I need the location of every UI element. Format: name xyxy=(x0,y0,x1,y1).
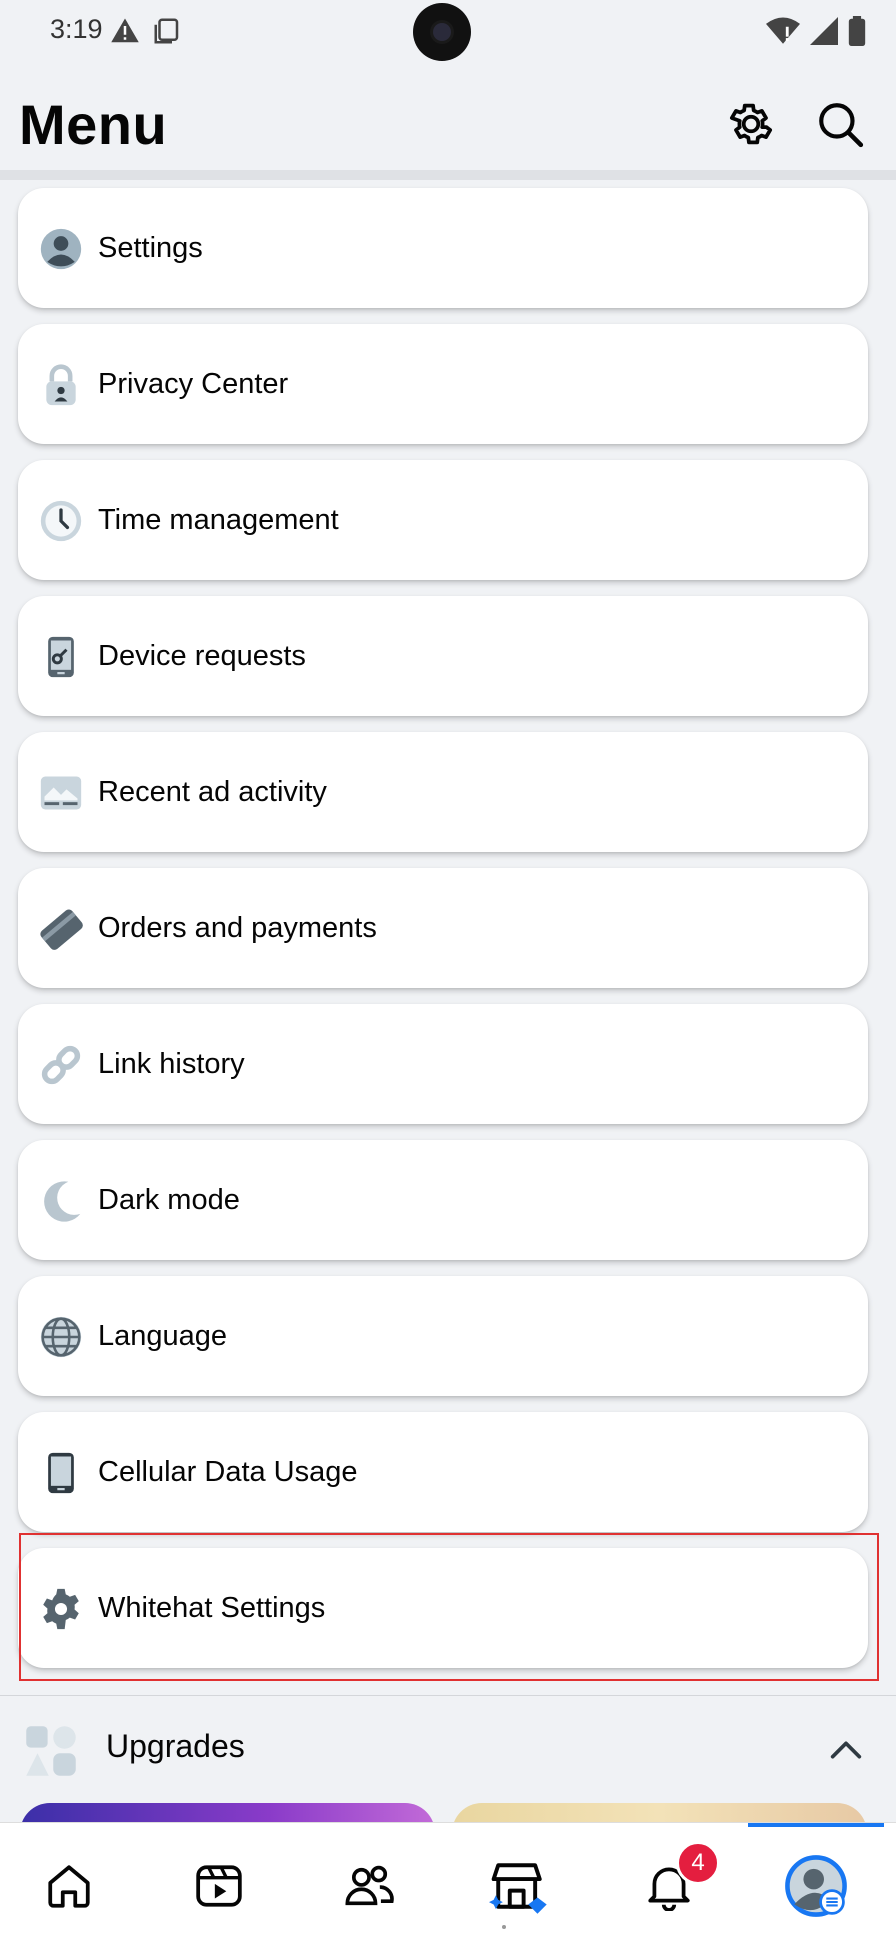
warning-icon xyxy=(110,16,140,51)
upgrades-title: Upgrades xyxy=(106,1728,245,1764)
status-right-icons xyxy=(766,16,866,51)
signal-icon xyxy=(810,16,838,51)
friends-icon xyxy=(343,1860,395,1917)
menu-item-settings[interactable]: Settings xyxy=(18,188,868,308)
menu-item-label: Recent ad activity xyxy=(98,775,327,808)
menu-item-orders-and-payments[interactable]: Orders and payments xyxy=(18,868,868,988)
menu-item-label: Privacy Center xyxy=(98,367,289,400)
menu-item-dark-mode[interactable]: Dark mode xyxy=(18,1140,868,1260)
front-camera xyxy=(413,3,471,61)
home-icon xyxy=(44,1861,94,1916)
nav-friends[interactable] xyxy=(334,1853,404,1923)
menu-item-device-requests[interactable]: Device requests xyxy=(18,596,868,716)
marketplace-icon xyxy=(489,1856,549,1921)
menu-item-label: Dark mode xyxy=(98,1183,240,1216)
phone-icon xyxy=(38,1450,84,1496)
lock-icon xyxy=(38,362,84,408)
card-icon xyxy=(38,906,84,952)
menu-item-link-history[interactable]: Link history xyxy=(18,1004,868,1124)
header-divider xyxy=(0,170,896,180)
gear-icon xyxy=(726,99,776,154)
clock-icon xyxy=(38,498,84,544)
status-time: 3:19 xyxy=(50,14,103,44)
menu-item-label: Settings xyxy=(98,231,203,264)
selection-highlight xyxy=(19,1533,879,1681)
status-bar: 3:19 xyxy=(0,0,896,64)
profile-avatar-icon xyxy=(784,1854,848,1923)
screenshot-icon xyxy=(152,16,182,51)
menu-item-label: Device requests xyxy=(98,639,306,672)
upgrades-section[interactable]: Upgrades xyxy=(0,1695,896,1843)
menu-item-time-management[interactable]: Time management xyxy=(18,460,868,580)
menu-item-label: Orders and payments xyxy=(98,911,377,944)
settings-button[interactable] xyxy=(723,98,779,154)
moon-icon xyxy=(38,1178,84,1224)
bottom-nav: 4 xyxy=(0,1822,896,1943)
battery-icon xyxy=(848,16,866,51)
nav-marketplace[interactable] xyxy=(484,1853,554,1923)
menu-item-label: Cellular Data Usage xyxy=(98,1455,358,1488)
menu-item-label: Time management xyxy=(98,503,339,536)
nav-video[interactable] xyxy=(184,1853,254,1923)
chevron-up-icon[interactable] xyxy=(826,1730,866,1770)
menu-item-recent-ad-activity[interactable]: Recent ad activity xyxy=(18,732,868,852)
active-dot xyxy=(502,1925,506,1929)
nav-home[interactable] xyxy=(34,1853,104,1923)
wifi-icon xyxy=(766,16,800,51)
menu-item-label: Language xyxy=(98,1319,228,1352)
globe-icon xyxy=(38,1314,84,1360)
search-button[interactable] xyxy=(812,98,868,154)
phone-key-icon xyxy=(38,634,84,680)
menu-item-privacy-center[interactable]: Privacy Center xyxy=(18,324,868,444)
ad-image-icon xyxy=(38,770,84,816)
account-circle-icon xyxy=(38,226,84,272)
shapes-icon xyxy=(24,1724,78,1778)
nav-active-indicator xyxy=(748,1823,884,1827)
search-icon xyxy=(815,99,865,154)
menu-item-language[interactable]: Language xyxy=(18,1276,868,1396)
header: Menu xyxy=(0,80,896,170)
notification-badge: 4 xyxy=(676,1841,720,1885)
link-icon xyxy=(38,1042,84,1088)
video-icon xyxy=(194,1861,244,1916)
status-left-icons xyxy=(110,16,182,51)
menu-item-cellular-data-usage[interactable]: Cellular Data Usage xyxy=(18,1412,868,1532)
menu-item-label: Link history xyxy=(98,1047,245,1080)
page-title: Menu xyxy=(19,93,168,156)
nav-profile-menu[interactable] xyxy=(781,1853,851,1923)
